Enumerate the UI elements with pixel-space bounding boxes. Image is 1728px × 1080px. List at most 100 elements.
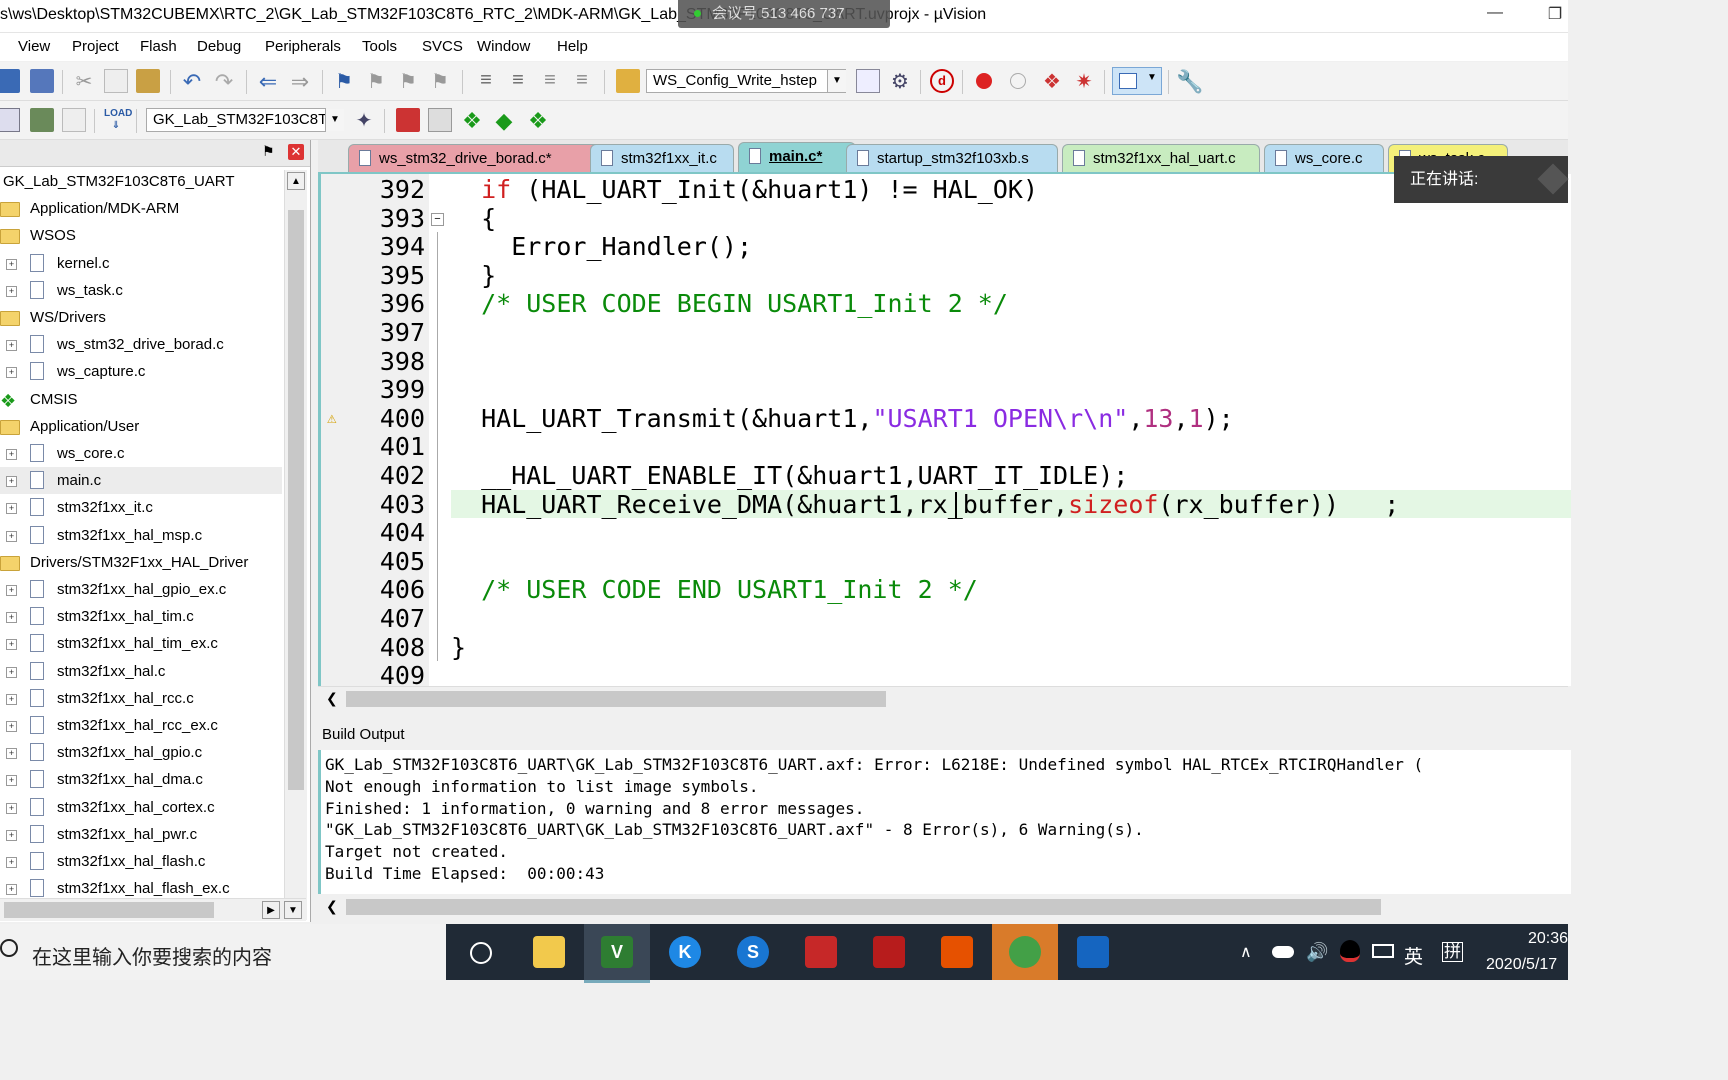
expand-icon[interactable]: + bbox=[6, 503, 17, 515]
ime-language-indicator[interactable]: 英 bbox=[1404, 942, 1423, 969]
rebuild-icon[interactable] bbox=[62, 108, 86, 132]
project-tree-item[interactable]: + stm32f1xx_hal_msp.c bbox=[0, 522, 282, 549]
comment-icon[interactable]: ≡ bbox=[538, 69, 562, 93]
undo-icon[interactable]: ↶ bbox=[180, 69, 204, 94]
project-tree-item[interactable]: + stm32f1xx_hal_dma.c bbox=[0, 766, 282, 793]
expand-icon[interactable]: + bbox=[6, 666, 17, 678]
editor-tab[interactable]: ws_core.c bbox=[1264, 144, 1384, 172]
unindent-icon[interactable]: ≡ bbox=[506, 69, 530, 93]
project-tree-item[interactable]: + ws_stm32_drive_borad.c bbox=[0, 331, 282, 358]
translate-icon[interactable] bbox=[0, 108, 20, 132]
project-tree-item[interactable]: + stm32f1xx_hal_pwr.c bbox=[0, 821, 282, 848]
project-tree-item[interactable]: WSOS bbox=[0, 222, 282, 249]
project-tree-item[interactable]: Application/User bbox=[0, 413, 282, 440]
taskbar-meeting[interactable] bbox=[1060, 924, 1126, 980]
expand-icon[interactable]: + bbox=[6, 612, 17, 624]
code-line[interactable]: 396 /* USER CODE BEGIN USART1_Init 2 */ bbox=[321, 289, 1571, 318]
scroll-down-icon[interactable]: ▼ bbox=[284, 901, 302, 919]
expand-icon[interactable]: + bbox=[6, 721, 17, 732]
taskbar-sogou[interactable]: S bbox=[720, 924, 786, 980]
target-options-icon[interactable]: ✦ bbox=[352, 108, 376, 132]
scroll-thumb[interactable] bbox=[288, 210, 304, 790]
project-tree-item[interactable]: + stm32f1xx_hal_cortex.c bbox=[0, 794, 282, 821]
expand-icon[interactable]: + bbox=[6, 449, 17, 460]
scroll-thumb[interactable] bbox=[346, 691, 886, 707]
nav-back-icon[interactable]: ⇐ bbox=[256, 69, 280, 94]
code-line[interactable]: 403 HAL_UART_Receive_DMA(&huart1,rx_buff… bbox=[321, 489, 1571, 519]
code-line[interactable]: 398 bbox=[321, 347, 1571, 376]
fold-marker-icon[interactable]: − bbox=[431, 212, 444, 226]
expand-icon[interactable]: + bbox=[6, 829, 17, 841]
menu-view[interactable]: View bbox=[18, 38, 50, 55]
editor-tab[interactable]: stm32f1xx_hal_uart.c bbox=[1062, 144, 1260, 172]
meeting-id-overlay[interactable]: 会议号 513 466 737 bbox=[678, 0, 890, 28]
project-tree-item[interactable]: + ws_task.c bbox=[0, 277, 282, 304]
warning-icon[interactable]: ⚠ bbox=[327, 408, 337, 427]
clock-time[interactable]: 20:36 bbox=[1488, 930, 1568, 948]
project-horizontal-scrollbar[interactable]: ▶ ▼ bbox=[0, 898, 306, 921]
project-tree-item[interactable]: + ws_core.c bbox=[0, 440, 282, 467]
chevron-down-icon[interactable]: ▼ bbox=[325, 109, 344, 131]
expand-icon[interactable]: + bbox=[6, 367, 17, 379]
expand-icon[interactable]: + bbox=[6, 285, 17, 297]
build-icon[interactable] bbox=[30, 108, 54, 132]
expand-icon[interactable]: + bbox=[6, 693, 17, 705]
breakpoint-disable-all-icon[interactable]: ❖ bbox=[1040, 69, 1064, 93]
restore-button[interactable]: ❐ bbox=[1540, 4, 1570, 26]
chevron-down-icon[interactable]: ▼ bbox=[827, 70, 846, 92]
copy-icon[interactable] bbox=[104, 69, 128, 93]
minimize-button[interactable]: — bbox=[1480, 4, 1510, 26]
expand-icon[interactable]: + bbox=[6, 748, 17, 760]
editor-tab[interactable]: startup_stm32f103xb.s bbox=[846, 144, 1058, 172]
chevron-up-icon[interactable]: ∧ bbox=[1240, 942, 1252, 962]
project-tree-item[interactable]: + stm32f1xx_hal_flash_ex.c bbox=[0, 875, 282, 898]
project-tree-item[interactable]: ❖ CMSIS bbox=[0, 386, 282, 413]
expand-icon[interactable]: + bbox=[6, 775, 17, 787]
find-in-files-icon[interactable] bbox=[616, 69, 640, 93]
incremental-find-icon[interactable]: ⚙ bbox=[888, 69, 912, 93]
menu-flash[interactable]: Flash bbox=[140, 38, 177, 55]
project-tree-item[interactable]: + main.c bbox=[0, 467, 282, 495]
project-tree-item[interactable]: GK_Lab_STM32F103C8T6_UART bbox=[0, 168, 282, 195]
rte-icon[interactable]: ❖ bbox=[526, 108, 550, 133]
expand-icon[interactable]: + bbox=[6, 802, 17, 814]
menu-peripherals[interactable]: Peripherals bbox=[265, 38, 341, 55]
cut-icon[interactable]: ✂ bbox=[72, 69, 96, 93]
expand-icon[interactable]: + bbox=[6, 476, 17, 488]
battery-icon[interactable] bbox=[1372, 944, 1394, 958]
scroll-thumb[interactable] bbox=[4, 902, 214, 918]
project-tree-item[interactable]: + stm32f1xx_hal_rcc.c bbox=[0, 685, 282, 712]
breakpoint-kill-all-icon[interactable]: ✷ bbox=[1072, 69, 1096, 93]
build-output[interactable]: GK_Lab_STM32F103C8T6_UART\GK_Lab_STM32F1… bbox=[318, 750, 1571, 894]
taskbar-office[interactable] bbox=[924, 924, 990, 980]
code-line[interactable]: 401 bbox=[321, 432, 1571, 461]
expand-icon[interactable]: + bbox=[6, 639, 17, 651]
scroll-right-icon[interactable]: ▶ bbox=[262, 901, 280, 919]
taskbar-atk[interactable] bbox=[856, 924, 922, 980]
uncomment-icon[interactable]: ≡ bbox=[570, 69, 594, 93]
taskbar-kugou[interactable]: K bbox=[652, 924, 718, 980]
pin-icon[interactable]: ⚑ bbox=[262, 143, 275, 160]
select-packs-icon[interactable]: ❖ bbox=[460, 108, 484, 133]
project-tree-item[interactable]: + stm32f1xx_hal_gpio_ex.c bbox=[0, 576, 282, 603]
paste-icon[interactable] bbox=[136, 69, 160, 93]
editor-horizontal-scrollbar[interactable]: ❮ bbox=[318, 686, 1568, 711]
load-icon[interactable]: LOAD ⇓ bbox=[104, 108, 132, 132]
taskbar-file-explorer[interactable] bbox=[516, 924, 582, 980]
project-tree-item[interactable]: + stm32f1xx_it.c bbox=[0, 494, 282, 521]
project-tree-item[interactable]: + stm32f1xx_hal_gpio.c bbox=[0, 739, 282, 766]
code-line[interactable]: 409 bbox=[321, 661, 1571, 686]
window-layout-button[interactable]: ▼ bbox=[1112, 67, 1162, 95]
breakpoint-disable-icon[interactable] bbox=[1010, 73, 1026, 89]
clock-date[interactable]: 2020/5/17 bbox=[1486, 956, 1557, 974]
bookmark-clear-icon[interactable]: ⚑ bbox=[428, 69, 452, 93]
volume-icon[interactable]: 🔊 bbox=[1306, 942, 1328, 963]
project-tree-item[interactable]: + kernel.c bbox=[0, 250, 282, 277]
project-tree-item[interactable]: + stm32f1xx_hal_tim_ex.c bbox=[0, 630, 282, 657]
save-all-icon[interactable] bbox=[30, 69, 54, 93]
bookmark-prev-icon[interactable]: ⚑ bbox=[364, 69, 388, 93]
save-icon[interactable] bbox=[0, 69, 20, 93]
manage-rte-icon[interactable] bbox=[428, 108, 452, 132]
target-combo[interactable]: GK_Lab_STM32F103C8T6 bbox=[146, 108, 326, 132]
code-line[interactable]: 407 bbox=[321, 604, 1571, 633]
